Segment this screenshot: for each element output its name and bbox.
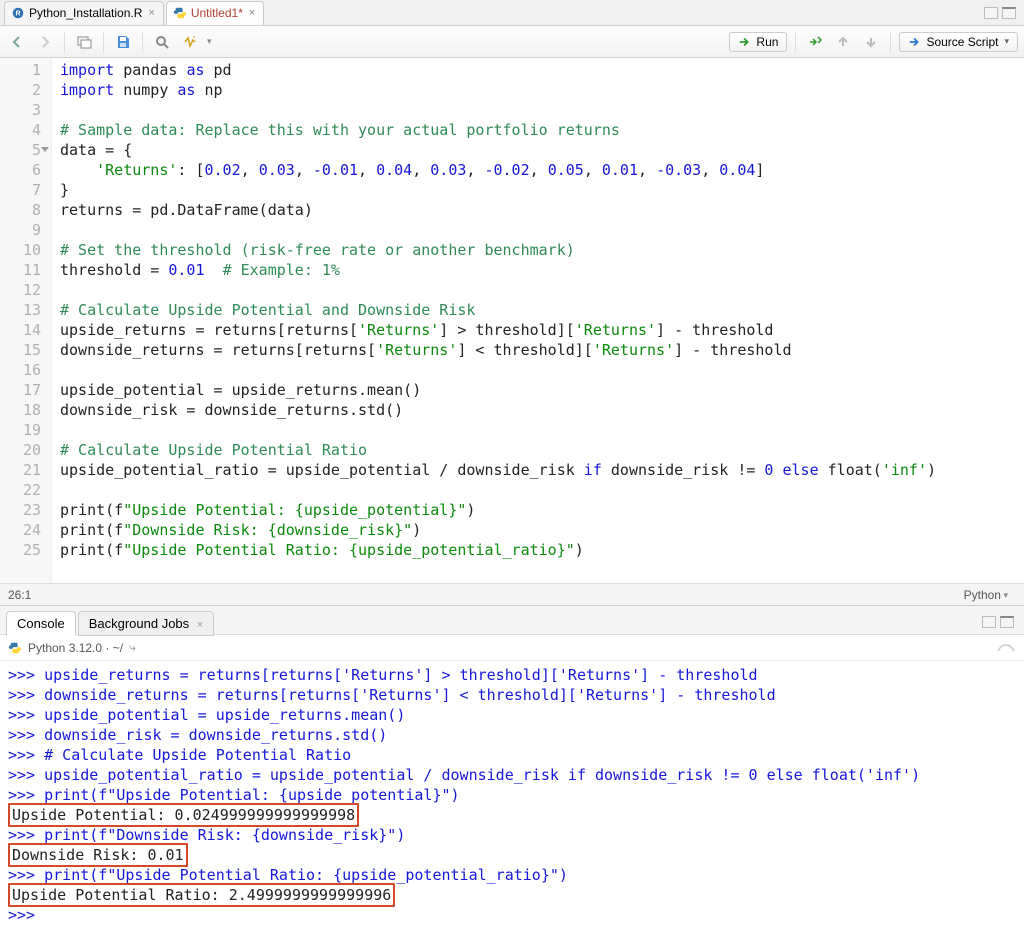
minimize-pane-icon[interactable]: [982, 616, 996, 628]
editor-tab-untitled1[interactable]: Untitled1* ×: [166, 1, 264, 25]
tab-label: Untitled1*: [191, 6, 243, 20]
console-header-title: Python 3.12.0 · ~/: [28, 641, 123, 655]
editor-tab-python-installation[interactable]: R Python_Installation.R ×: [4, 1, 164, 25]
go-to-next-section-button[interactable]: [860, 31, 882, 53]
save-button[interactable]: [112, 31, 134, 53]
tab-background-jobs[interactable]: Background Jobs ×: [78, 611, 215, 636]
maximize-pane-icon[interactable]: [1000, 616, 1014, 628]
console-output[interactable]: >>> upside_returns = returns[returns['Re…: [0, 661, 1024, 929]
back-button[interactable]: [6, 31, 28, 53]
source-arrow-icon: [908, 35, 922, 49]
editor-pane-controls: [984, 7, 1016, 19]
close-icon[interactable]: ×: [197, 619, 203, 631]
tab-console[interactable]: Console: [6, 611, 76, 636]
minimize-pane-icon[interactable]: [984, 7, 998, 19]
language-selector[interactable]: Python: [956, 587, 1016, 603]
console-tab-bar: Console Background Jobs ×: [0, 605, 1024, 635]
python-icon: [8, 641, 22, 655]
editor-status-bar: 26:1 Python: [0, 583, 1024, 605]
close-icon[interactable]: ×: [148, 7, 154, 19]
tab-label: Python_Installation.R: [29, 6, 142, 20]
source-script-button[interactable]: Source Script ▾: [899, 32, 1018, 52]
console-pane-controls: [982, 616, 1014, 628]
rerun-button[interactable]: [804, 31, 826, 53]
go-to-prev-section-button[interactable]: [832, 31, 854, 53]
editor-tab-bar: R Python_Installation.R × Untitled1* ×: [0, 0, 1024, 26]
code-tools-dropdown[interactable]: ▾: [207, 36, 212, 47]
code-editor[interactable]: 1234567891011121314151617181920212223242…: [0, 58, 1024, 583]
chevron-right-icon[interactable]: ⤷: [129, 640, 136, 655]
tab-label: Console: [17, 616, 65, 631]
editor-toolbar: ▾ Run Source Script ▾: [0, 26, 1024, 58]
cursor-position: 26:1: [8, 588, 31, 602]
maximize-pane-icon[interactable]: [1002, 7, 1016, 19]
tab-label: Background Jobs: [89, 616, 189, 631]
r-file-icon: R: [11, 6, 25, 20]
find-replace-button[interactable]: [151, 31, 173, 53]
console-header: Python 3.12.0 · ~/ ⤷: [0, 635, 1024, 661]
show-in-new-window-button[interactable]: [73, 31, 95, 53]
close-icon[interactable]: ×: [249, 7, 255, 19]
source-label: Source Script: [926, 35, 998, 49]
line-number-gutter: 1234567891011121314151617181920212223242…: [0, 58, 52, 583]
code-tools-button[interactable]: [179, 31, 201, 53]
run-label: Run: [756, 35, 778, 49]
clear-console-icon[interactable]: [996, 639, 1016, 656]
python-file-icon: [173, 6, 187, 20]
forward-button[interactable]: [34, 31, 56, 53]
run-button[interactable]: Run: [729, 32, 787, 52]
run-arrow-icon: [738, 35, 752, 49]
svg-text:R: R: [15, 11, 20, 18]
code-area[interactable]: import pandas as pdimport numpy as np# S…: [52, 58, 1024, 583]
chevron-down-icon: ▾: [1004, 36, 1009, 47]
